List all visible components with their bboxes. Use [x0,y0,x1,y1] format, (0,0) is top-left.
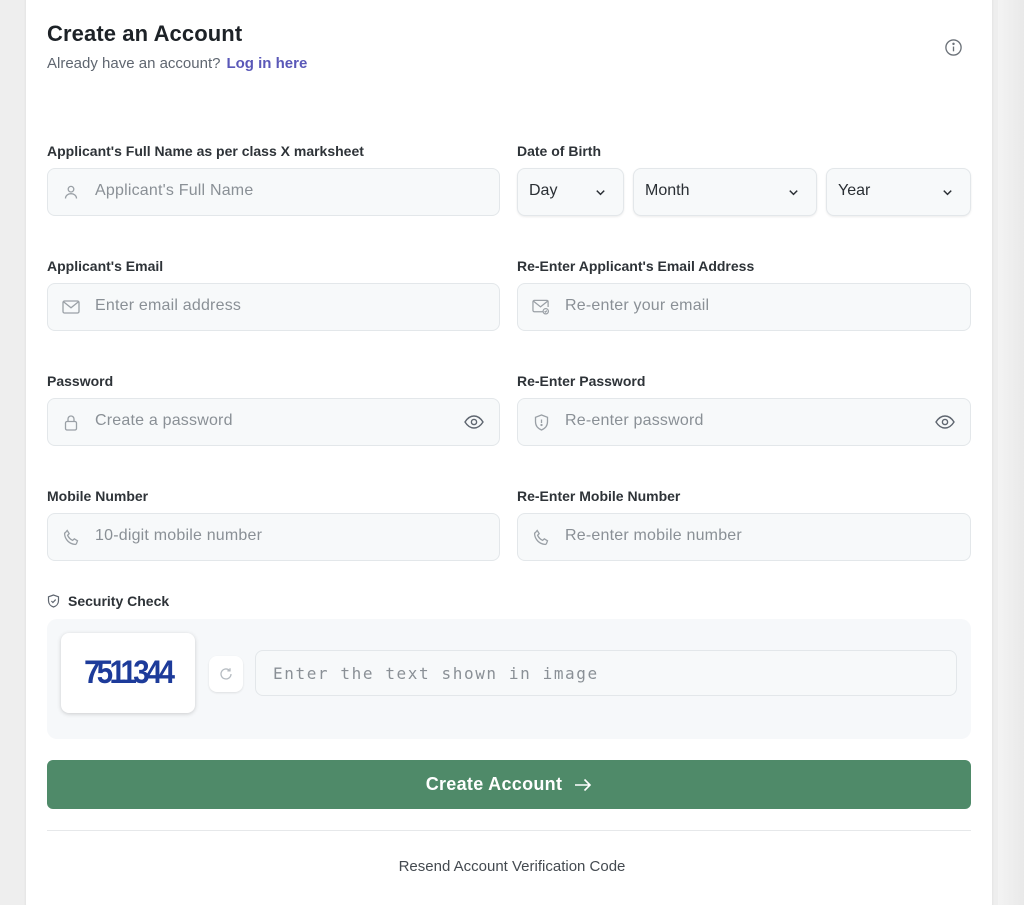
phone-icon [62,528,80,546]
login-prompt: Already have an account? Log in here [47,55,307,72]
full-name-input[interactable]: Applicant's Full Name [47,168,500,216]
create-account-button[interactable]: Create Account [47,760,971,809]
dob-day-select[interactable]: Day [517,168,624,216]
dob-month-select[interactable]: Month [633,168,817,216]
email-confirm-placeholder: Re-enter your email [565,297,710,314]
mail-check-icon [532,298,550,316]
info-icon[interactable] [944,38,963,57]
dob-label: Date of Birth [517,143,601,159]
full-name-placeholder: Applicant's Full Name [95,182,254,199]
dob-year-value: Year [838,182,871,199]
captcha-image: 7511344 [61,633,195,713]
refresh-icon [219,667,233,681]
show-password-eye-icon[interactable] [463,412,485,432]
dob-month-value: Month [645,182,690,199]
captcha-input-placeholder: Enter the text shown in image [273,664,599,683]
page-scroll-strip [998,0,1024,905]
chevron-down-icon [593,185,607,199]
shield-icon [532,413,550,431]
lock-icon [62,413,80,431]
chevron-down-icon [786,185,800,199]
full-name-label: Applicant's Full Name as per class X mar… [47,143,364,159]
mobile-confirm-input[interactable]: Re-enter mobile number [517,513,971,561]
divider [47,830,971,831]
password-confirm-input[interactable]: Re-enter password [517,398,971,446]
email-input[interactable]: Enter email address [47,283,500,331]
chevron-down-icon [940,185,954,199]
password-confirm-label: Re-Enter Password [517,373,646,389]
dob-year-select[interactable]: Year [826,168,971,216]
arrow-right-icon [574,778,592,792]
email-confirm-input[interactable]: Re-enter your email [517,283,971,331]
captcha-input[interactable]: Enter the text shown in image [255,650,957,696]
security-check-text: Security Check [68,593,170,609]
password-placeholder: Create a password [95,412,233,429]
show-password-confirm-eye-icon[interactable] [934,412,956,432]
phone-icon [532,528,550,546]
security-check-label: Security Check [47,593,169,609]
captcha-text: 7511344 [84,654,175,690]
mobile-confirm-label: Re-Enter Mobile Number [517,488,681,504]
password-confirm-placeholder: Re-enter password [565,412,704,429]
mail-icon [62,298,80,316]
dob-day-value: Day [529,182,558,199]
mobile-confirm-placeholder: Re-enter mobile number [565,527,742,544]
user-icon [62,183,80,201]
password-input[interactable]: Create a password [47,398,500,446]
mobile-input[interactable]: 10-digit mobile number [47,513,500,561]
refresh-captcha-button[interactable] [209,656,243,692]
mobile-placeholder: 10-digit mobile number [95,527,263,544]
password-label: Password [47,373,114,389]
login-prompt-text: Already have an account? [47,55,221,72]
email-confirm-label: Re-Enter Applicant's Email Address [517,258,755,274]
create-account-label: Create Account [425,774,563,794]
login-link[interactable]: Log in here [226,55,307,72]
resend-verification-link[interactable]: Resend Account Verification Code [0,858,1024,875]
email-label: Applicant's Email [47,258,164,274]
email-placeholder: Enter email address [95,297,242,314]
page-title: Create an Account [47,21,243,46]
mobile-label: Mobile Number [47,488,149,504]
shield-check-icon [47,594,61,608]
